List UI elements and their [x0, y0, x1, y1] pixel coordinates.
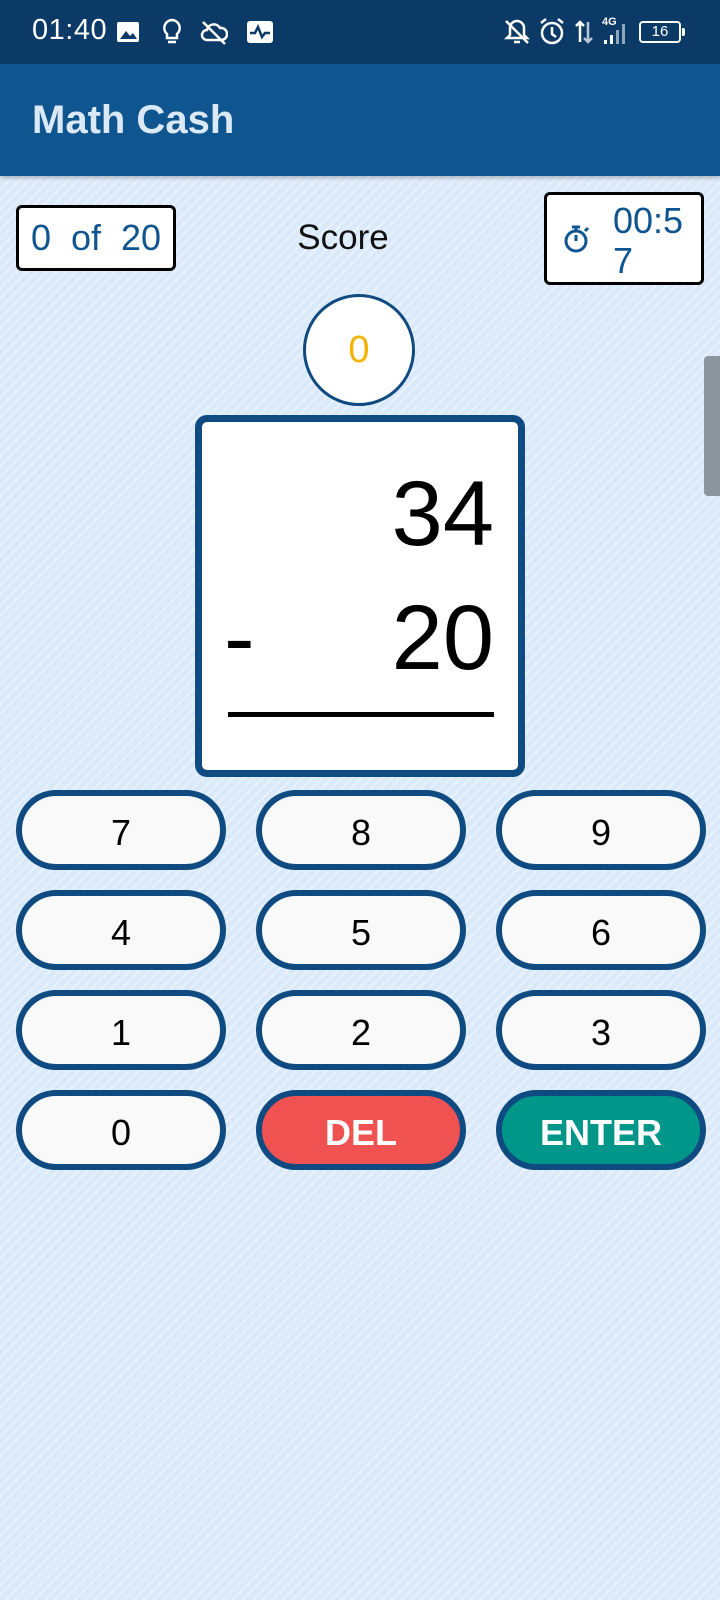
answer-line [228, 712, 494, 717]
key-2[interactable]: 2 [256, 990, 466, 1070]
alarm-icon [540, 18, 564, 45]
status-bar: 01:40 4G 16 [0, 0, 720, 64]
timer-box: 00:57 [544, 192, 704, 285]
score-label: Score [297, 218, 389, 257]
key-1[interactable]: 1 [16, 990, 226, 1070]
key-6[interactable]: 6 [496, 890, 706, 970]
lightbulb-icon [163, 18, 181, 44]
key-0[interactable]: 0 [16, 1090, 226, 1170]
operand-top: 34 [391, 463, 494, 565]
key-7[interactable]: 7 [16, 790, 226, 870]
battery-icon: 16 [639, 21, 685, 43]
scrollbar[interactable] [704, 356, 720, 496]
stopwatch-icon [564, 225, 590, 253]
key-4[interactable]: 4 [16, 890, 226, 970]
notifications-off-icon [503, 19, 531, 44]
key-3[interactable]: 3 [496, 990, 706, 1070]
delete-button[interactable]: DEL [256, 1090, 466, 1170]
status-time: 01:40 [32, 14, 108, 46]
data-arrows-icon [575, 20, 593, 44]
operand-bottom: 20 [391, 587, 494, 689]
key-9[interactable]: 9 [496, 790, 706, 870]
cloud-off-icon [200, 21, 228, 45]
app-bar: Math Cash [0, 64, 720, 176]
timer-value: 00:57 [613, 200, 684, 281]
app-title: Math Cash [32, 98, 235, 142]
operator-sign: - [224, 587, 255, 689]
key-5[interactable]: 5 [256, 890, 466, 970]
signal-icon: 4G [598, 16, 636, 48]
battery-level: 16 [651, 23, 669, 40]
activity-icon [247, 21, 273, 43]
problem-card: 34 - 20 [195, 415, 525, 777]
score-value: 0 [303, 294, 415, 406]
enter-button[interactable]: ENTER [496, 1090, 706, 1170]
question-progress: 0 of 20 [16, 205, 176, 271]
image-icon [117, 22, 139, 42]
key-8[interactable]: 8 [256, 790, 466, 870]
